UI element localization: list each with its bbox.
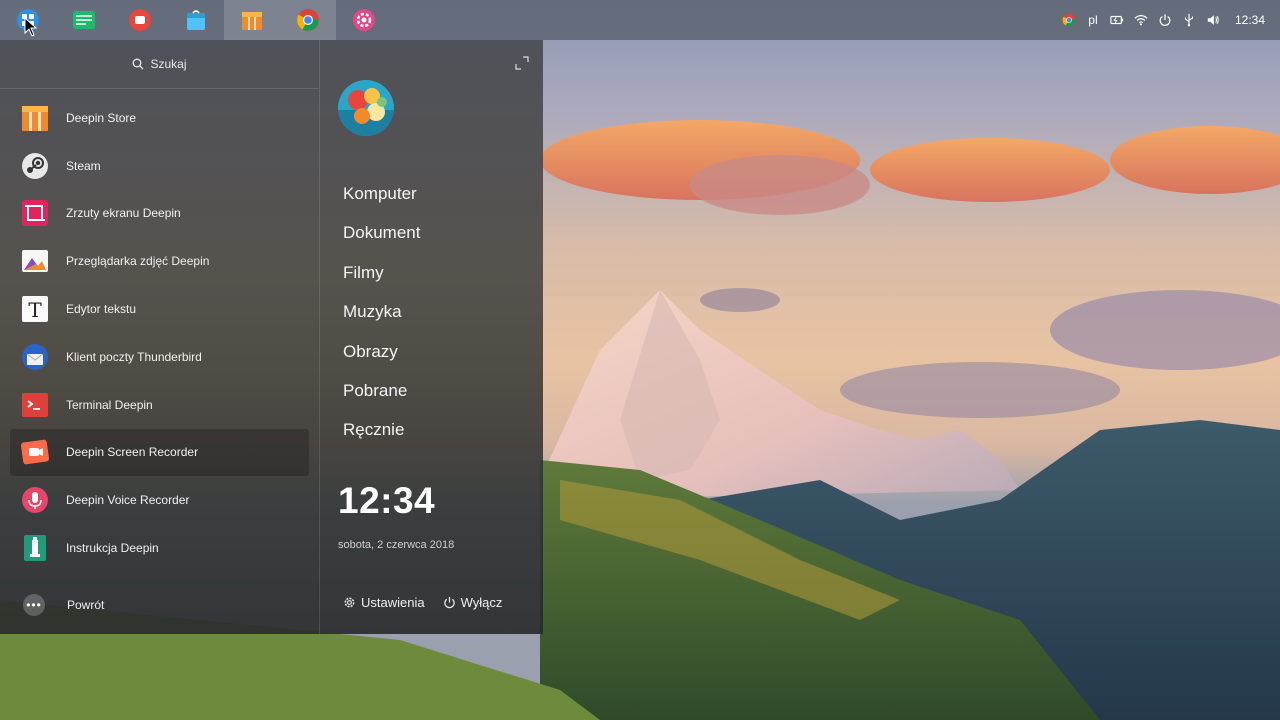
power-icon — [443, 596, 455, 609]
app-item-label: Terminal Deepin — [66, 397, 153, 412]
tray-usb-button[interactable] — [1177, 0, 1201, 40]
text-editor-icon: T — [22, 296, 48, 323]
top-dock: pl 12:34 — [0, 0, 1280, 40]
volume-icon — [1207, 15, 1219, 25]
places-list: Komputer Dokument Filmy Muzyka Obrazy Po… — [343, 174, 420, 450]
place-documents-link[interactable]: Dokument — [343, 213, 420, 252]
app-item-label: Instrukcja Deepin — [66, 541, 159, 556]
launcher-date: sobota, 2 czerwca 2018 — [338, 539, 455, 551]
balloons-avatar-icon — [338, 80, 394, 136]
launcher-clock: 12:34 — [338, 480, 436, 521]
fullscreen-expand-icon[interactable] — [515, 56, 529, 70]
image-viewer-icon — [22, 250, 48, 273]
app-item-voice-recorder[interactable]: Deepin Voice Recorder — [10, 476, 309, 524]
steam-icon — [22, 152, 48, 179]
app-item-label: Deepin Store — [66, 110, 137, 125]
dock-chrome-button[interactable] — [280, 0, 336, 40]
app-item-label: Deepin Voice Recorder — [66, 493, 190, 508]
app-list: Deepin Store Steam Zrzuty ekranu Deepin … — [10, 94, 309, 572]
app-item-steam[interactable]: Steam — [10, 142, 309, 190]
launcher-side-column: Komputer Dokument Filmy Muzyka Obrazy Po… — [320, 40, 543, 634]
place-computer-link[interactable]: Komputer — [343, 174, 420, 213]
app-item-label: Deepin Screen Recorder — [66, 445, 199, 460]
app-item-screen-recorder[interactable]: Deepin Screen Recorder — [10, 428, 309, 477]
gear-icon — [344, 597, 355, 608]
settings-label: Ustawienia — [361, 595, 425, 610]
wifi-icon — [1134, 15, 1148, 26]
dock-launcher-button[interactable] — [0, 0, 56, 40]
back-label: Powrót — [67, 598, 105, 612]
screen-recorder-icon — [129, 9, 151, 31]
deepin-store-icon — [22, 105, 48, 131]
shutdown-button[interactable]: Wyłącz — [443, 595, 503, 610]
tray-wifi-button[interactable] — [1129, 0, 1153, 40]
dock-file-manager-button[interactable] — [56, 0, 112, 40]
app-store-bag-icon — [187, 10, 205, 30]
divider — [0, 88, 319, 89]
user-avatar[interactable] — [338, 80, 394, 136]
app-item-label: Edytor tekstu — [66, 302, 137, 317]
launcher-app-column: Szukaj Deepin Store Steam Zrzuty ekranu … — [0, 40, 319, 634]
app-item-deepin-store[interactable]: Deepin Store — [10, 94, 309, 142]
screen-recorder-icon — [20, 440, 50, 465]
tray-volume-button[interactable] — [1201, 0, 1225, 40]
app-item-manual[interactable]: Instrukcja Deepin — [10, 524, 309, 572]
dock-deepin-store-button[interactable] — [224, 0, 280, 40]
thunderbird-icon — [22, 343, 48, 370]
tray-battery-button[interactable] — [1105, 0, 1129, 40]
power-icon — [1159, 14, 1171, 26]
voice-recorder-icon — [22, 487, 48, 514]
svg-text:T: T — [28, 298, 42, 322]
app-item-text-editor[interactable]: T Edytor tekstu — [10, 285, 309, 333]
app-launcher-menu: Szukaj Deepin Store Steam Zrzuty ekranu … — [0, 40, 543, 634]
more-dots-icon: ••• — [23, 594, 45, 616]
file-manager-icon — [73, 11, 95, 29]
place-downloads-link[interactable]: Pobrane — [343, 371, 420, 410]
keyboard-layout-indicator[interactable]: pl — [1081, 0, 1105, 40]
dock-screen-recorder-button[interactable] — [112, 0, 168, 40]
place-manual-link[interactable]: Ręcznie — [343, 410, 420, 449]
usb-icon — [1184, 13, 1193, 27]
app-item-image-viewer[interactable]: Przeglądarka zdjęć Deepin — [10, 237, 309, 285]
place-music-link[interactable]: Muzyka — [343, 292, 420, 331]
app-item-label: Klient poczty Thunderbird — [66, 349, 202, 364]
system-tray: pl 12:34 — [1057, 0, 1280, 40]
manual-icon — [24, 535, 46, 562]
terminal-icon — [22, 392, 48, 417]
search-input[interactable]: Szukaj — [0, 40, 319, 88]
app-item-thunderbird[interactable]: Klient poczty Thunderbird — [10, 333, 309, 381]
app-item-label: Zrzuty ekranu Deepin — [66, 206, 181, 221]
deepin-store-icon — [242, 12, 262, 30]
settings-button[interactable]: Ustawienia — [343, 595, 425, 610]
tray-clock[interactable]: 12:34 — [1225, 0, 1270, 40]
app-item-terminal[interactable]: Terminal Deepin — [10, 381, 309, 429]
settings-icon — [353, 9, 375, 31]
app-item-label: Przeglądarka zdjęć Deepin — [66, 254, 210, 269]
place-pictures-link[interactable]: Obrazy — [343, 332, 420, 371]
battery-icon — [1110, 15, 1124, 25]
dock-settings-button[interactable] — [336, 0, 392, 40]
mouse-cursor-icon — [24, 17, 38, 37]
back-button[interactable]: ••• Powrót — [23, 594, 104, 616]
chrome-icon — [1062, 13, 1076, 27]
screenshot-icon — [22, 200, 48, 227]
tray-chrome-button[interactable] — [1057, 0, 1081, 40]
shutdown-label: Wyłącz — [460, 595, 503, 610]
tray-power-button[interactable] — [1153, 0, 1177, 40]
search-placeholder: Szukaj — [150, 57, 187, 71]
dock-app-store-button[interactable] — [168, 0, 224, 40]
app-item-screenshot[interactable]: Zrzuty ekranu Deepin — [10, 190, 309, 238]
place-videos-link[interactable]: Filmy — [343, 253, 420, 292]
power-actions: Ustawienia Wyłącz — [343, 595, 502, 610]
app-item-label: Steam — [66, 158, 101, 173]
search-icon — [133, 58, 144, 70]
chrome-icon — [297, 9, 319, 31]
